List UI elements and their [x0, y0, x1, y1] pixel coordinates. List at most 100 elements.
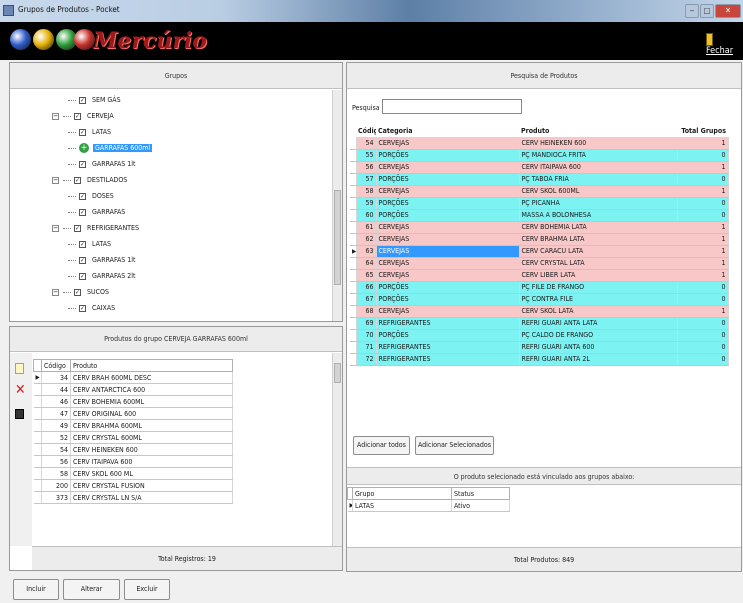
exit-button[interactable]: Fechar	[706, 33, 743, 57]
tree-node[interactable]: ✓ SEM GÁS	[68, 94, 121, 106]
scrollbar-thumb[interactable]	[334, 190, 341, 285]
tree-checkbox[interactable]: ✓	[74, 288, 81, 296]
close-button[interactable]: ✕	[715, 4, 741, 18]
tree-node[interactable]: ✓ LATAS	[68, 238, 111, 250]
table-row[interactable]: 70 PORÇÕES PÇ CALDO DE FRANGO 0	[350, 329, 729, 342]
tree-node[interactable]: ✓ CAIXAS	[68, 302, 115, 314]
table-row[interactable]: 56 CERVEJAS CERV ITAIPAVA 600 1	[350, 161, 729, 174]
table-row[interactable]: 57 PORÇÕES PÇ TABOA FRIA 0	[350, 173, 729, 186]
include-button[interactable]: Incluir	[13, 579, 59, 600]
products-grid[interactable]: Código Categoria Produto Total Grupos 54…	[350, 125, 729, 366]
tree-node[interactable]: ✓ LATAS	[68, 126, 111, 138]
scrollbar-thumb[interactable]	[334, 363, 341, 383]
tree-connector	[63, 115, 71, 117]
table-row[interactable]: 200 CERV CRYSTAL FUSION	[33, 479, 233, 492]
collapse-icon[interactable]: −	[52, 176, 59, 184]
tree-checkbox[interactable]: ✓	[74, 224, 81, 232]
table-row[interactable]: 44 CERV ANTARCTICA 600	[33, 383, 233, 396]
tree-checkbox[interactable]: ✓	[79, 160, 86, 168]
tree-connector	[68, 163, 76, 165]
group-products-total: Total Registros: 19	[32, 546, 342, 570]
tree-node[interactable]: ✓ GARRAFAS 1lt	[68, 254, 135, 266]
tree-connector	[68, 211, 76, 213]
col-header-group[interactable]: Grupo	[352, 487, 452, 500]
col-header-total-groups[interactable]: Total Grupos	[677, 125, 728, 137]
tree-node[interactable]: ✓ GARRAFAS	[68, 206, 125, 218]
table-row[interactable]: 68 CERVEJAS CERV SKOL LATA 1	[350, 305, 729, 318]
delete-x-icon[interactable]: ✕	[15, 383, 26, 397]
linked-groups-grid[interactable]: Grupo Status ▶LATASAtivo	[347, 487, 510, 512]
delete-button[interactable]: Excluir	[124, 579, 170, 600]
tree-checkbox[interactable]: ✓	[79, 256, 86, 264]
table-row[interactable]: ▶LATASAtivo	[347, 499, 510, 512]
add-selected-button[interactable]: Adicionar Selecionados	[415, 436, 494, 455]
tree-checkbox[interactable]: ✓	[74, 176, 81, 184]
table-row[interactable]: ▶ 34 CERV BRAH 600ML DESC	[33, 371, 233, 384]
tree-checkbox[interactable]: ✓	[79, 192, 86, 200]
cell-category: PORÇÕES	[376, 197, 520, 210]
table-row[interactable]: 54 CERV HEINEKEN 600	[33, 443, 233, 456]
table-row[interactable]: 56 CERV ITAIPAVA 600	[33, 455, 233, 468]
alter-button[interactable]: Alterar	[63, 579, 120, 600]
group-products-scrollbar[interactable]	[332, 353, 342, 546]
table-row[interactable]: 71 REFRIGERANTES REFRI GUARI ANTA 600 0	[350, 341, 729, 354]
row-indicator	[33, 419, 42, 432]
new-doc-icon[interactable]	[15, 363, 24, 374]
table-row[interactable]: 59 PORÇÕES PÇ PICANHA 0	[350, 197, 729, 210]
tree-node[interactable]: − ✓ REFRIGERANTES	[52, 222, 139, 234]
table-row[interactable]: 58 CERVEJAS CERV SKOL 600ML 1	[350, 185, 729, 198]
col-header-status[interactable]: Status	[451, 487, 510, 500]
tree-node[interactable]: − ✓ CERVEJA	[52, 110, 114, 122]
tree-checkbox[interactable]: ✓	[79, 208, 86, 216]
table-row[interactable]: 65 CERVEJAS CERV LIBER LATA 1	[350, 269, 729, 282]
add-circle-icon[interactable]: +	[79, 143, 89, 153]
tree-node[interactable]: ✓ GARRAFAS 2lt	[68, 270, 135, 282]
table-row[interactable]: 373 CERV CRYSTAL LN S/A	[33, 491, 233, 504]
tree-checkbox[interactable]: ✓	[79, 240, 86, 248]
table-row[interactable]: 62 CERVEJAS CERV BRAHMA LATA 1	[350, 233, 729, 246]
col-header-code[interactable]: Código	[41, 359, 71, 372]
table-row[interactable]: 47 CERV ORIGINAL 600	[33, 407, 233, 420]
save-disk-icon[interactable]	[15, 409, 24, 419]
groups-tree-scrollbar[interactable]	[332, 90, 342, 321]
collapse-icon[interactable]: −	[52, 224, 59, 232]
tree-checkbox[interactable]: ✓	[74, 112, 81, 120]
col-header-product[interactable]: Produto	[70, 359, 233, 372]
table-row[interactable]: 61 CERVEJAS CERV BOHEMIA LATA 1	[350, 221, 729, 234]
cell-code: 71	[356, 341, 377, 354]
table-row[interactable]: 55 PORÇÕES PÇ MANDIOCA FRITA 0	[350, 149, 729, 162]
table-row[interactable]: 66 PORÇÕES PÇ FILE DE FRANGO 0	[350, 281, 729, 294]
table-row[interactable]: 46 CERV BOHEMIA 600ML	[33, 395, 233, 408]
col-header-category[interactable]: Categoria	[376, 125, 519, 137]
tree-node-label: GARRAFAS 1lt	[92, 160, 136, 168]
table-row[interactable]: 52 CERV CRYSTAL 600ML	[33, 431, 233, 444]
collapse-icon[interactable]: −	[52, 288, 59, 296]
tree-checkbox[interactable]: ✓	[79, 128, 86, 136]
groups-tree[interactable]: ✓ SEM GÁS − ✓ CERVEJA ✓ LATAS + GARRAFAS 600ml ✓ G…	[10, 90, 332, 321]
table-row[interactable]: 60 PORÇÕES MASSA A BOLONHESA 0	[350, 209, 729, 222]
tree-node[interactable]: ✓ DOSES	[68, 190, 114, 202]
table-row[interactable]: 49 CERV BRAHMA 600ML	[33, 419, 233, 432]
minimize-button[interactable]: ‒	[685, 4, 699, 18]
table-row[interactable]: 64 CERVEJAS CERV CRYSTAL LATA 1	[350, 257, 729, 270]
tree-node[interactable]: − ✓ SUCOS	[52, 286, 109, 298]
table-row[interactable]: 54 CERVEJAS CERV HEINEKEN 600 1	[350, 137, 729, 150]
collapse-icon[interactable]: −	[52, 112, 59, 120]
tree-node[interactable]: ✓ GARRAFAS 1lt	[68, 158, 135, 170]
table-row[interactable]: 72 REFRIGERANTES REFRI GUARI ANTA 2L 0	[350, 353, 729, 366]
table-row[interactable]: ▶ 63 CERVEJAS CERV CARACU LATA 1	[350, 245, 729, 258]
tree-checkbox[interactable]: ✓	[79, 304, 86, 312]
tree-node[interactable]: − ✓ DESTILADOS	[52, 174, 127, 186]
table-row[interactable]: 69 REFRIGERANTES REFRI GUARI ANTA LATA 0	[350, 317, 729, 330]
col-header-code[interactable]: Código	[356, 125, 376, 137]
maximize-button[interactable]: □	[700, 4, 714, 18]
group-products-grid[interactable]: Código Produto ▶ 34 CERV BRAH 600ML DESC 44…	[33, 359, 233, 504]
tree-node[interactable]: + GARRAFAS 600ml	[68, 142, 153, 154]
table-row[interactable]: 67 PORÇÕES PÇ CONTRA FILE 0	[350, 293, 729, 306]
tree-checkbox[interactable]: ✓	[79, 272, 86, 280]
search-input[interactable]	[382, 99, 522, 114]
col-header-product[interactable]: Produto	[519, 125, 677, 137]
add-all-button[interactable]: Adicionar todos	[353, 436, 410, 455]
tree-checkbox[interactable]: ✓	[79, 96, 86, 104]
table-row[interactable]: 58 CERV SKOL 600 ML	[33, 467, 233, 480]
